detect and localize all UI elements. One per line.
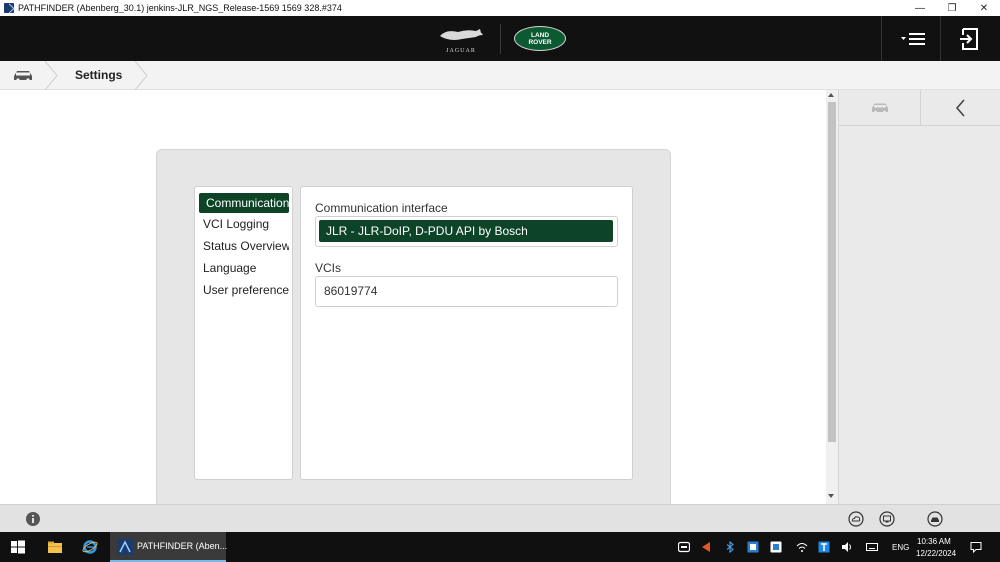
scroll-up-arrow-icon[interactable] xyxy=(828,93,834,97)
status-bar xyxy=(0,504,1000,532)
breadcrumb-settings[interactable]: Settings xyxy=(75,68,122,82)
hamburger-menu-icon xyxy=(901,33,925,45)
minimize-button[interactable]: — xyxy=(904,0,936,16)
tray-teams-icon[interactable] xyxy=(818,541,830,553)
chevron-left-icon[interactable] xyxy=(952,98,970,118)
window-title-bar: PATHFINDER (Abenberg_30.1) jenkins-JLR_N… xyxy=(0,0,1000,16)
communication-interface-option[interactable]: JLR - JLR-DoIP, D-PDU API by Bosch xyxy=(319,220,613,242)
pathfinder-app-icon xyxy=(4,3,14,13)
windows-start-icon[interactable] xyxy=(10,539,26,555)
jaguar-wordmark: JAGUAR xyxy=(446,48,476,54)
restore-button[interactable]: ❐ xyxy=(936,0,968,16)
monitor-icon[interactable] xyxy=(879,511,895,527)
wifi-icon[interactable] xyxy=(796,541,808,553)
internet-explorer-icon[interactable] xyxy=(82,539,98,555)
header-separator xyxy=(940,16,941,61)
vehicle-home-icon[interactable] xyxy=(10,67,36,83)
nav-item-user-preferences[interactable]: User preferences xyxy=(199,280,289,300)
windows-taskbar: PATHFINDER (Aben... ENG 10:36 AM 12/22/2… xyxy=(0,532,1000,562)
bluetooth-icon[interactable] xyxy=(724,541,736,553)
nav-item-vci-logging[interactable]: VCI Logging xyxy=(199,214,289,234)
taskbar-app-pathfinder[interactable]: PATHFINDER (Aben... xyxy=(110,532,228,562)
info-icon[interactable] xyxy=(25,511,41,527)
vehicle-icon[interactable] xyxy=(869,100,891,115)
scroll-thumb[interactable] xyxy=(828,102,836,442)
taskbar-app-label: PATHFINDER (Aben... xyxy=(137,541,228,551)
communication-interface-label: Communication interface xyxy=(315,201,448,215)
clock-time[interactable]: 10:36 AM xyxy=(917,537,951,546)
tray-device-icon[interactable] xyxy=(747,541,759,553)
tray-anydesk-icon[interactable] xyxy=(700,541,712,553)
vcis-label: VCIs xyxy=(315,261,342,275)
window-title: PATHFINDER (Abenberg_30.1) jenkins-JLR_N… xyxy=(18,3,342,13)
settings-nav: Communication VCI Logging Status Overvie… xyxy=(194,186,293,480)
jaguar-logo: JAGUAR xyxy=(440,29,483,54)
file-explorer-icon[interactable] xyxy=(47,539,63,555)
land-rover-logo: LAND ROVER xyxy=(514,26,566,51)
scroll-down-arrow-icon[interactable] xyxy=(828,494,834,498)
close-button[interactable]: ✕ xyxy=(968,0,1000,16)
breadcrumb: Settings xyxy=(0,61,1000,90)
cloud-icon[interactable] xyxy=(848,511,864,527)
app-header: JAGUAR LAND ROVER xyxy=(0,16,1000,61)
logo-divider xyxy=(500,24,501,54)
vertical-scrollbar[interactable] xyxy=(826,90,838,504)
vcis-field[interactable]: 86019774 xyxy=(315,276,618,307)
header-separator xyxy=(881,16,882,61)
main-menu-button[interactable] xyxy=(893,27,933,51)
side-panel-tab-divider xyxy=(920,90,921,126)
pathfinder-taskbar-icon xyxy=(117,539,133,555)
notifications-icon[interactable] xyxy=(970,541,982,553)
land-rover-wordmark: LAND ROVER xyxy=(528,31,552,46)
logout-icon[interactable] xyxy=(957,26,983,52)
nav-item-communication[interactable]: Communication xyxy=(199,193,289,213)
clock-date[interactable]: 12/22/2024 xyxy=(916,549,956,558)
side-panel xyxy=(838,90,1000,504)
side-panel-tabs xyxy=(839,90,1000,126)
breadcrumb-chevron-icon xyxy=(134,61,148,90)
nav-item-language[interactable]: Language xyxy=(199,258,289,278)
breadcrumb-chevron-icon xyxy=(44,61,58,90)
nav-item-status-overview[interactable]: Status Overview xyxy=(199,236,289,256)
tray-app-icon[interactable] xyxy=(678,541,690,553)
language-indicator[interactable]: ENG xyxy=(892,543,909,552)
tray-sync-icon[interactable] xyxy=(770,541,782,553)
keyboard-icon[interactable] xyxy=(866,541,878,553)
vehicle-connection-icon[interactable] xyxy=(927,511,943,527)
volume-icon[interactable] xyxy=(841,541,853,553)
